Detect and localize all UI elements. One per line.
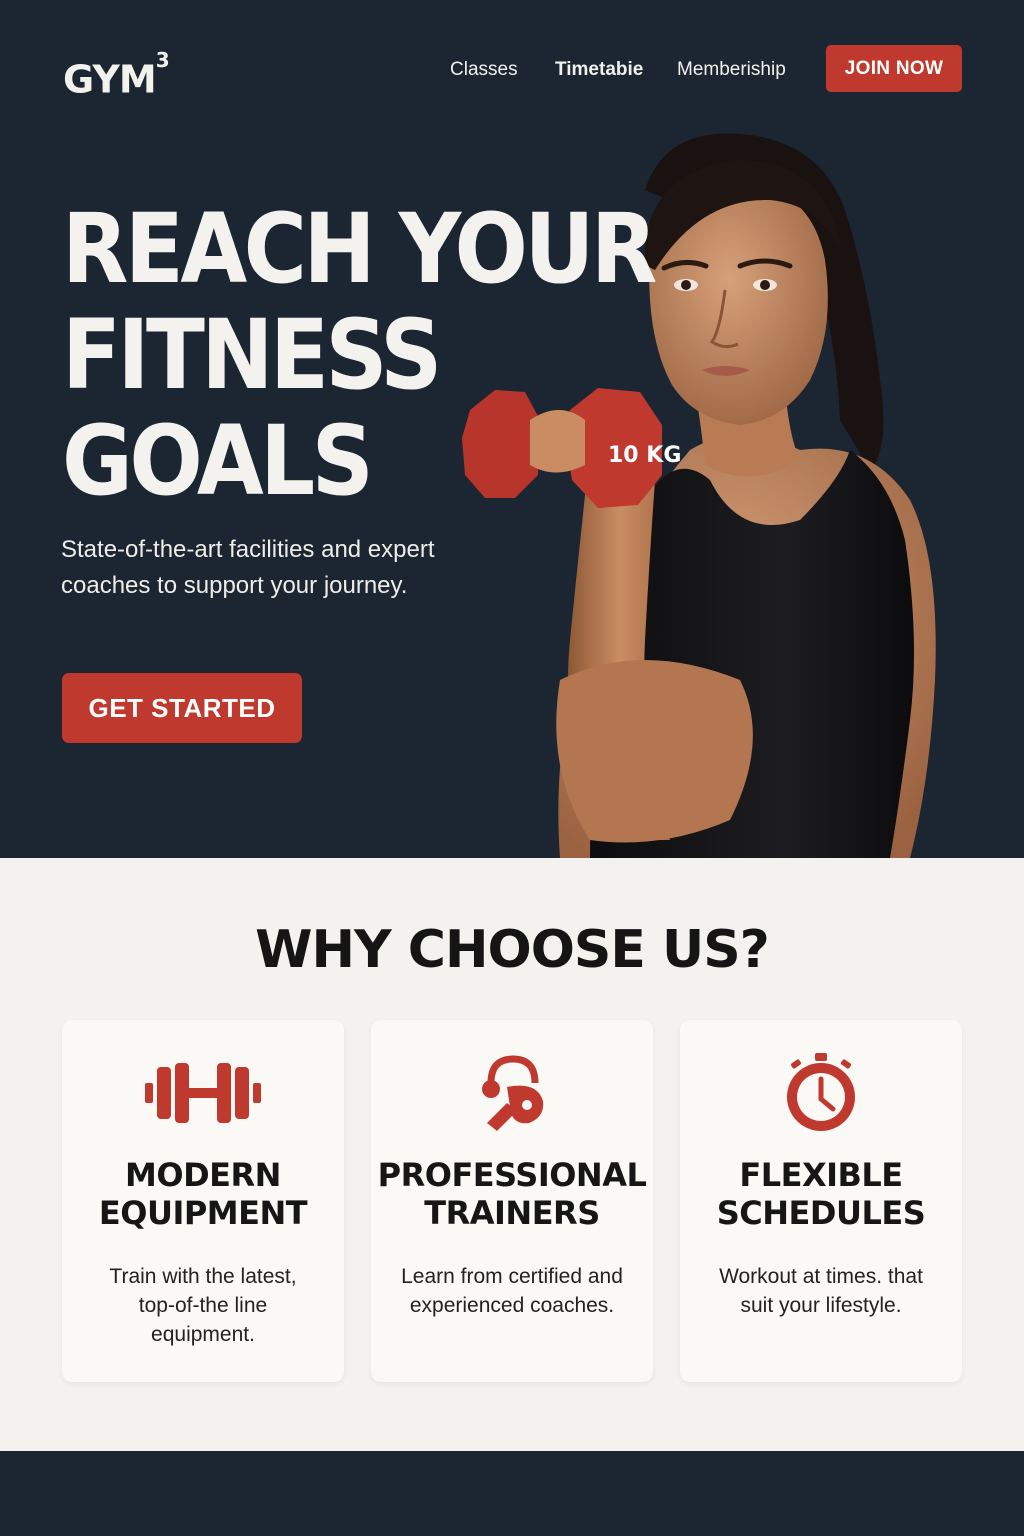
logo[interactable]: GYM3 (63, 48, 170, 102)
feature-card-trainers: PROFESSIONAL TRAINERS Learn from certifi… (371, 1020, 653, 1382)
stopwatch-icon (787, 1053, 855, 1131)
hero-title-line: FITNESS (62, 299, 442, 411)
hero-section: GYM3 Classes Timetabie Memberiship JOIN … (0, 0, 1024, 858)
nav-link-classes[interactable]: Classes (450, 58, 518, 82)
feature-card-title: FLEXIBLE SCHEDULES (716, 1156, 926, 1232)
top-nav: GYM3 Classes Timetabie Memberiship JOIN … (0, 0, 1024, 140)
dumbbell-icon (145, 1063, 261, 1123)
join-now-button[interactable]: JOIN NOW (826, 45, 962, 92)
features-title: WHY CHOOSE US? (255, 920, 770, 980)
get-started-button[interactable]: GET STARTED (62, 673, 302, 743)
feature-card-equipment: MODERN EQUIPMENT Train with the latest, … (62, 1020, 344, 1382)
feature-card-description: Learn from certified and experienced coa… (401, 1265, 623, 1317)
feature-card-title: PROFESSIONAL TRAINERS (377, 1156, 647, 1232)
feature-card-description: Workout at times. that suit your lifesty… (719, 1265, 923, 1317)
nav-link-membership[interactable]: Memberiship (677, 58, 786, 82)
nav-link-timetable[interactable]: Timetabie (555, 58, 643, 82)
whistle-icon (482, 1055, 544, 1131)
feature-card-description: Train with the latest, top-of-the line e… (109, 1265, 297, 1346)
hero-title-line: GOALS (62, 405, 374, 517)
hero-title-line: REACH YOUR (62, 193, 657, 305)
footer (0, 1451, 1024, 1536)
feature-card-title: MODERN EQUIPMENT (98, 1156, 308, 1232)
hero-subtitle: State-of-the-art facilities and expert c… (61, 536, 435, 599)
features-section: WHY CHOOSE US? MODERN EQUIPMENT Train wi… (0, 858, 1024, 1451)
feature-card-schedules: FLEXIBLE SCHEDULES Workout at times. tha… (680, 1020, 962, 1382)
hero-title: REACH YOUR FITNESS GOALS (62, 193, 657, 517)
